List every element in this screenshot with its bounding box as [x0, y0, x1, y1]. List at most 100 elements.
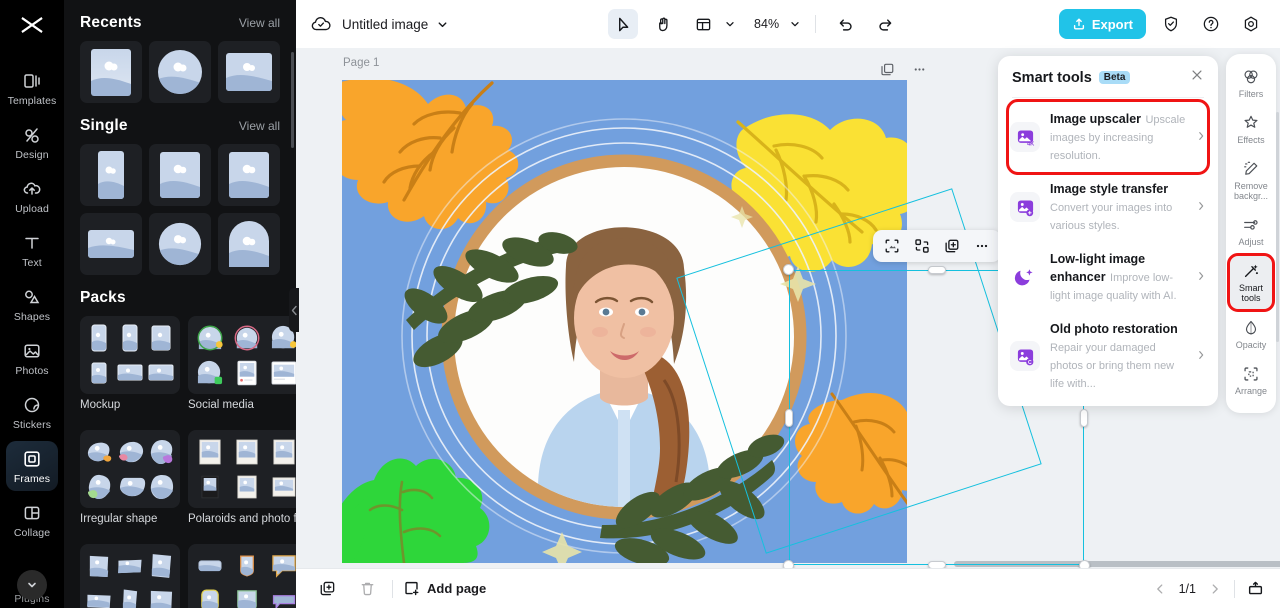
- hand-tool-button[interactable]: [648, 9, 678, 39]
- frame-thumb[interactable]: [80, 144, 142, 206]
- frame-thumb[interactable]: [218, 41, 280, 103]
- select-tool-button[interactable]: [608, 9, 639, 39]
- right-rail-item-adjust[interactable]: Adjust: [1230, 210, 1272, 252]
- duplicate-plus-button[interactable]: [939, 233, 965, 259]
- right-rail-item-opacity[interactable]: Opacity: [1230, 313, 1272, 355]
- smart-tool-old-photo-restoration[interactable]: C Old photo restoration Repair your dama…: [998, 312, 1218, 400]
- sidebar-item-text[interactable]: Text: [6, 225, 58, 275]
- frames-panel-scroll[interactable]: Recents View all Single View all Packs M…: [64, 0, 296, 608]
- zoom-level[interactable]: 84%: [754, 17, 779, 31]
- document-title[interactable]: Untitled image: [342, 17, 428, 32]
- smart-tool-desc: Convert your images into various styles.: [1050, 202, 1173, 232]
- layout-chevron-down-icon[interactable]: [724, 18, 736, 30]
- smart-tool-low-light-enhancer[interactable]: Low-light image enhancer Improve low-lig…: [998, 242, 1218, 312]
- stickers-icon: [22, 395, 42, 415]
- crop-button[interactable]: [879, 233, 905, 259]
- handle-bottom-left[interactable]: [783, 560, 794, 568]
- handle-right-center[interactable]: [1080, 409, 1088, 427]
- undo-button[interactable]: [830, 9, 860, 39]
- right-rail-item-smart-tools[interactable]: Smart tools: [1227, 253, 1275, 312]
- right-rail-item-effects[interactable]: Effects: [1230, 108, 1272, 150]
- pack-card-torn-paper[interactable]: [80, 544, 180, 608]
- help-button[interactable]: [1196, 9, 1226, 39]
- section-title: Single: [80, 117, 128, 134]
- handle-bottom-right[interactable]: [1079, 560, 1090, 568]
- pack-card-mockup[interactable]: [80, 316, 180, 394]
- chevron-left-icon: [291, 305, 297, 315]
- page-indicator: 1/1: [1178, 581, 1196, 596]
- handle-top-center[interactable]: [928, 266, 946, 274]
- right-rail-item-arrange[interactable]: Arrange: [1230, 359, 1272, 401]
- recents-grid: [80, 41, 280, 103]
- export-button[interactable]: Export: [1058, 9, 1146, 39]
- frame-thumb[interactable]: [80, 41, 142, 103]
- present-icon: [1248, 581, 1263, 595]
- mini-avatar-check-icon: [198, 360, 223, 384]
- redo-button[interactable]: [870, 9, 900, 39]
- frame-preview-square-icon: [229, 152, 269, 198]
- right-rail-item-remove-background[interactable]: Remove backgr...: [1230, 154, 1272, 206]
- mini-polaroid-icon: [199, 439, 221, 464]
- handle-top-left[interactable]: [783, 264, 794, 275]
- frame-thumb[interactable]: [149, 41, 211, 103]
- shield-check-button[interactable]: [1156, 9, 1186, 39]
- sidebar-item-collage[interactable]: Collage: [6, 495, 58, 545]
- frames-icon: [22, 449, 42, 469]
- capcut-logo-icon[interactable]: [19, 14, 45, 43]
- layout-tool-button[interactable]: [688, 9, 718, 39]
- smart-tool-image-upscaler[interactable]: 4K Image upscaler Upscale images by incr…: [998, 99, 1218, 175]
- sidebar-item-upload[interactable]: Upload: [6, 171, 58, 221]
- handle-left-center[interactable]: [785, 409, 793, 427]
- prev-page-button[interactable]: [1153, 582, 1167, 596]
- mini-laptop-icon: [148, 364, 174, 381]
- pack-card-bubbles[interactable]: [188, 544, 296, 608]
- cloud-saved-icon[interactable]: [310, 13, 332, 35]
- settings-button[interactable]: [1236, 9, 1266, 39]
- duplicate-page-button[interactable]: [312, 574, 342, 604]
- replace-button[interactable]: [909, 233, 935, 259]
- toolbar-divider: [815, 15, 817, 33]
- add-page-button[interactable]: Add page: [403, 580, 486, 597]
- sidebar-item-frames[interactable]: Frames: [6, 441, 58, 491]
- magic-wand-icon: [1244, 265, 1258, 278]
- sidebar-item-photos[interactable]: Photos: [6, 333, 58, 383]
- present-button[interactable]: [1247, 580, 1264, 597]
- view-all-link[interactable]: View all: [239, 16, 280, 30]
- close-panel-button[interactable]: [1190, 68, 1204, 87]
- delete-page-button[interactable]: [352, 574, 382, 604]
- sidebar-item-shapes[interactable]: Shapes: [6, 279, 58, 329]
- pack-card-polaroids[interactable]: [188, 430, 296, 508]
- view-all-link[interactable]: View all: [239, 119, 280, 133]
- object-more-button[interactable]: [969, 233, 995, 259]
- frame-thumb[interactable]: [80, 213, 142, 275]
- sidebar-item-design[interactable]: Design: [6, 117, 58, 167]
- handle-bottom-center[interactable]: [928, 561, 946, 568]
- chevron-right-icon: [1196, 128, 1206, 146]
- sidebar-item-templates[interactable]: Templates: [6, 63, 58, 113]
- right-rail-item-filters[interactable]: Filters: [1230, 62, 1272, 104]
- add-page-label: Add page: [427, 581, 487, 596]
- smart-tool-image-style-transfer[interactable]: Image style transfer Convert your images…: [998, 172, 1218, 242]
- panel-collapse-handle[interactable]: [289, 288, 299, 332]
- frame-thumb[interactable]: [149, 213, 211, 275]
- pack-card-social-media[interactable]: [188, 316, 296, 394]
- pack-card-irregular-shape[interactable]: [80, 430, 180, 508]
- replace-icon: [915, 239, 929, 253]
- sidebar-label: Collage: [13, 527, 51, 539]
- rail-bottom: [0, 570, 64, 608]
- sidebar-item-stickers[interactable]: Stickers: [6, 387, 58, 437]
- zoom-chevron-down-icon[interactable]: [789, 18, 801, 30]
- right-rail-scrollbar[interactable]: [1276, 112, 1279, 342]
- next-page-button[interactable]: [1208, 582, 1222, 596]
- frame-thumb[interactable]: [218, 213, 280, 275]
- bottom-divider: [392, 579, 393, 598]
- mini-bubble-yellow-icon: [201, 588, 220, 608]
- page-navigator: 1/1: [1153, 579, 1264, 598]
- frame-thumb[interactable]: [149, 144, 211, 206]
- rail-expand-more-button[interactable]: [17, 570, 47, 600]
- panel-scrollbar[interactable]: [291, 52, 294, 148]
- title-chevron-down-icon[interactable]: [436, 18, 449, 31]
- image-restore-icon: C: [1010, 341, 1040, 371]
- frame-thumb[interactable]: [218, 144, 280, 206]
- page-more-button[interactable]: [904, 54, 934, 84]
